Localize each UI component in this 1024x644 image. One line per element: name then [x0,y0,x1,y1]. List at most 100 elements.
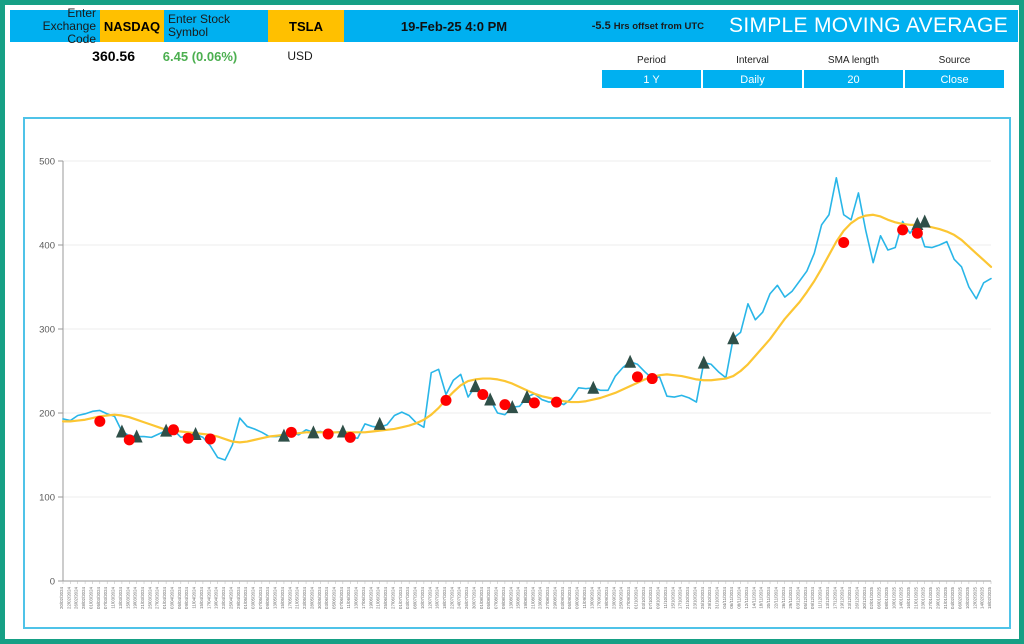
svg-text:12/11/2024: 12/11/2024 [744,586,749,608]
svg-text:26/12/2024: 26/12/2024 [854,586,859,609]
svg-text:08/01/2025: 08/01/2025 [884,586,889,609]
utc-offset-label: Hrs offset from UTC [614,21,704,32]
param-period: Period 1 Y [601,53,702,89]
svg-text:15/03/2024: 15/03/2024 [125,586,130,609]
svg-text:19/03/2024: 19/03/2024 [133,586,138,609]
svg-text:05/03/2024: 05/03/2024 [96,586,101,609]
svg-text:29/11/2024: 29/11/2024 [788,586,793,608]
svg-text:27/09/2024: 27/09/2024 [626,586,631,609]
svg-text:24/07/2024: 24/07/2024 [457,586,462,609]
svg-text:12/02/2025: 12/02/2025 [972,586,977,609]
param-sma-length-value[interactable]: 20 [803,69,904,89]
svg-text:03/04/2024: 03/04/2024 [169,586,174,609]
svg-text:03/06/2024: 03/06/2024 [324,586,329,609]
svg-text:25/06/2024: 25/06/2024 [383,586,388,609]
svg-text:09/04/2024: 09/04/2024 [184,586,189,609]
svg-text:07/03/2024: 07/03/2024 [103,586,108,609]
svg-text:19/06/2024: 19/06/2024 [368,586,373,609]
svg-text:27/06/2024: 27/06/2024 [390,586,395,609]
svg-text:11/06/2024: 11/06/2024 [346,586,351,608]
svg-text:08/07/2024: 08/07/2024 [413,586,418,609]
utc-offset: -5.5 Hrs offset from UTC [564,10,704,42]
svg-text:0: 0 [50,577,55,588]
svg-text:27/03/2024: 27/03/2024 [155,586,160,609]
svg-text:09/08/2024: 09/08/2024 [501,586,506,609]
param-interval-label: Interval [702,53,803,69]
svg-text:15/08/2024: 15/08/2024 [516,586,521,609]
svg-text:28/05/2024: 28/05/2024 [309,586,314,609]
svg-text:23/10/2024: 23/10/2024 [692,586,697,609]
svg-text:07/08/2024: 07/08/2024 [494,586,499,609]
svg-text:17/04/2024: 17/04/2024 [206,586,211,609]
svg-text:18/07/2024: 18/07/2024 [442,586,447,609]
svg-text:15/04/2024: 15/04/2024 [199,586,204,609]
svg-text:25/10/2024: 25/10/2024 [700,586,705,609]
stock-symbol-input[interactable]: TSLA [268,10,344,42]
svg-text:11/04/2024: 11/04/2024 [192,586,197,608]
svg-text:23/01/2025: 23/01/2025 [921,586,926,609]
chart-series [63,178,991,460]
svg-text:04/11/2024: 04/11/2024 [722,586,727,608]
svg-text:11/03/2024: 11/03/2024 [111,586,116,608]
svg-text:01/07/2024: 01/07/2024 [398,586,403,609]
param-period-value[interactable]: 1 Y [601,69,702,89]
svg-text:05/06/2024: 05/06/2024 [332,586,337,609]
chart-frame: 0100200300400500 20/02/202422/02/202426/… [23,117,1011,629]
svg-text:05/12/2024: 05/12/2024 [803,586,808,609]
param-source-value[interactable]: Close [904,69,1005,89]
page-title: SIMPLE MOVING AVERAGE [704,10,1018,42]
quote-row: 360.56 6.45 (0.06%) USD [10,45,335,67]
svg-text:11/10/2024: 11/10/2024 [663,586,668,608]
svg-text:03/07/2024: 03/07/2024 [405,586,410,609]
svg-text:22/11/2024: 22/11/2024 [773,586,778,608]
svg-text:01/08/2024: 01/08/2024 [479,586,484,609]
param-period-label: Period [601,53,702,69]
svg-text:18/11/2024: 18/11/2024 [759,586,764,608]
svg-text:05/09/2024: 05/09/2024 [567,586,572,609]
svg-text:07/06/2024: 07/06/2024 [339,586,344,609]
svg-text:06/02/2025: 06/02/2025 [958,586,963,609]
svg-text:10/01/2025: 10/01/2025 [891,586,896,609]
svg-text:09/10/2024: 09/10/2024 [656,586,661,609]
svg-text:30/12/2024: 30/12/2024 [862,586,867,609]
param-interval-value[interactable]: Daily [702,69,803,89]
svg-text:20/02/2024: 20/02/2024 [59,586,64,609]
svg-text:13/06/2024: 13/06/2024 [354,586,359,609]
svg-text:17/10/2024: 17/10/2024 [678,586,683,609]
svg-text:29/01/2025: 29/01/2025 [935,586,940,609]
svg-text:300: 300 [39,325,55,336]
svg-text:19/12/2024: 19/12/2024 [840,586,845,609]
svg-text:21/05/2024: 21/05/2024 [295,586,300,609]
exchange-code-label: Enter Exchange Code [10,10,100,42]
svg-text:04/02/2025: 04/02/2025 [950,586,955,609]
svg-text:15/10/2024: 15/10/2024 [670,586,675,609]
quote-currency: USD [265,49,335,63]
svg-text:100: 100 [39,493,55,504]
svg-text:17/12/2024: 17/12/2024 [832,586,837,609]
param-sma-length: SMA length 20 [803,53,904,89]
quote-price: 360.56 [10,48,135,64]
svg-text:26/07/2024: 26/07/2024 [464,586,469,609]
sma-chart[interactable]: 0100200300400500 20/02/202422/02/202426/… [25,119,1009,627]
svg-text:03/12/2024: 03/12/2024 [796,586,801,609]
svg-text:12/07/2024: 12/07/2024 [427,586,432,609]
svg-text:19/04/2024: 19/04/2024 [214,586,219,609]
svg-text:25/03/2024: 25/03/2024 [147,586,152,609]
svg-text:21/06/2024: 21/06/2024 [376,586,381,609]
exchange-code-input[interactable]: NASDAQ [100,10,164,42]
param-source: Source Close [904,53,1005,89]
svg-text:22/07/2024: 22/07/2024 [449,586,454,609]
stock-symbol-label: Enter Stock Symbol [164,10,268,42]
svg-text:21/03/2024: 21/03/2024 [140,586,145,609]
svg-text:03/09/2024: 03/09/2024 [560,586,565,609]
svg-text:14/01/2025: 14/01/2025 [899,586,904,609]
svg-text:21/01/2025: 21/01/2025 [913,586,918,609]
svg-text:13/12/2024: 13/12/2024 [825,586,830,609]
svg-text:10/07/2024: 10/07/2024 [420,586,425,609]
svg-text:25/09/2024: 25/09/2024 [619,586,624,609]
parameters-panel: Period 1 Y Interval Daily SMA length 20 … [601,53,1005,89]
svg-text:22/02/2024: 22/02/2024 [66,586,71,609]
svg-text:16/07/2024: 16/07/2024 [435,586,440,609]
chart-markers [94,214,930,445]
quote-change: 6.45 (0.06%) [135,49,265,64]
